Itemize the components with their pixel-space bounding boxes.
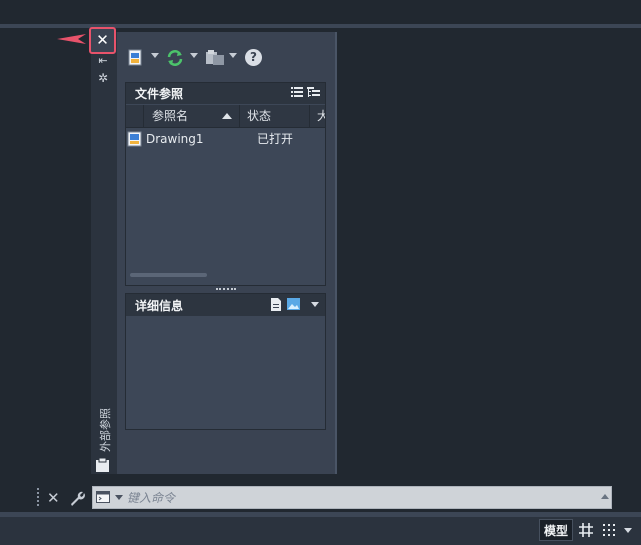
list-view-icon[interactable] — [291, 87, 303, 98]
horizontal-scrollbar[interactable] — [130, 273, 207, 277]
palette-vertical-title: 外部参照 — [99, 408, 112, 452]
command-input[interactable] — [127, 488, 597, 507]
preview-icon[interactable] — [287, 298, 300, 310]
grid-display-icon[interactable] — [578, 522, 594, 538]
command-history-caret-icon[interactable] — [115, 495, 123, 500]
refresh-icon[interactable] — [165, 48, 185, 68]
wrench-icon[interactable] — [68, 489, 86, 507]
column-header-icon[interactable] — [126, 105, 144, 127]
change-path-icon[interactable] — [204, 48, 226, 68]
command-line-grip-icon[interactable] — [37, 488, 43, 506]
command-line-close-icon[interactable]: ✕ — [47, 488, 60, 508]
annotation-arrow-icon — [57, 34, 86, 44]
column-header-status[interactable]: 状态 — [240, 105, 310, 127]
snap-mode-icon[interactable] — [602, 523, 616, 537]
table-row-name[interactable]: Drawing1 — [146, 131, 204, 147]
table-row-status[interactable]: 已打开 — [257, 131, 293, 147]
attach-dropdown-caret-icon[interactable] — [151, 53, 159, 58]
sort-ascending-icon — [222, 113, 232, 119]
attach-dwg-icon[interactable] — [127, 48, 145, 68]
palette-close-button[interactable]: ✕ — [89, 27, 116, 54]
clipboard-icon[interactable] — [95, 457, 110, 473]
command-scroll-up-icon[interactable] — [601, 494, 609, 499]
details-dropdown-caret-icon[interactable] — [311, 302, 319, 307]
refresh-dropdown-caret-icon[interactable] — [190, 53, 198, 58]
details-view-icon[interactable] — [270, 298, 282, 311]
tree-view-icon[interactable] — [307, 87, 320, 98]
model-space-button[interactable]: 模型 — [539, 519, 573, 541]
drawing-file-icon — [127, 131, 142, 147]
properties-icon[interactable]: ✲ — [96, 71, 110, 85]
help-icon[interactable]: ? — [245, 49, 262, 66]
snap-dropdown-caret-icon[interactable] — [624, 528, 632, 533]
details-title: 详细信息 — [135, 299, 184, 313]
column-header-size[interactable]: 大 — [310, 105, 325, 127]
command-prompt-icon[interactable] — [96, 491, 110, 503]
autohide-icon[interactable]: ⇤ — [96, 55, 110, 67]
file-references-title: 文件参照 — [135, 87, 184, 101]
splitter-grip-icon[interactable] — [216, 288, 236, 292]
change-path-dropdown-caret-icon[interactable] — [229, 53, 237, 58]
